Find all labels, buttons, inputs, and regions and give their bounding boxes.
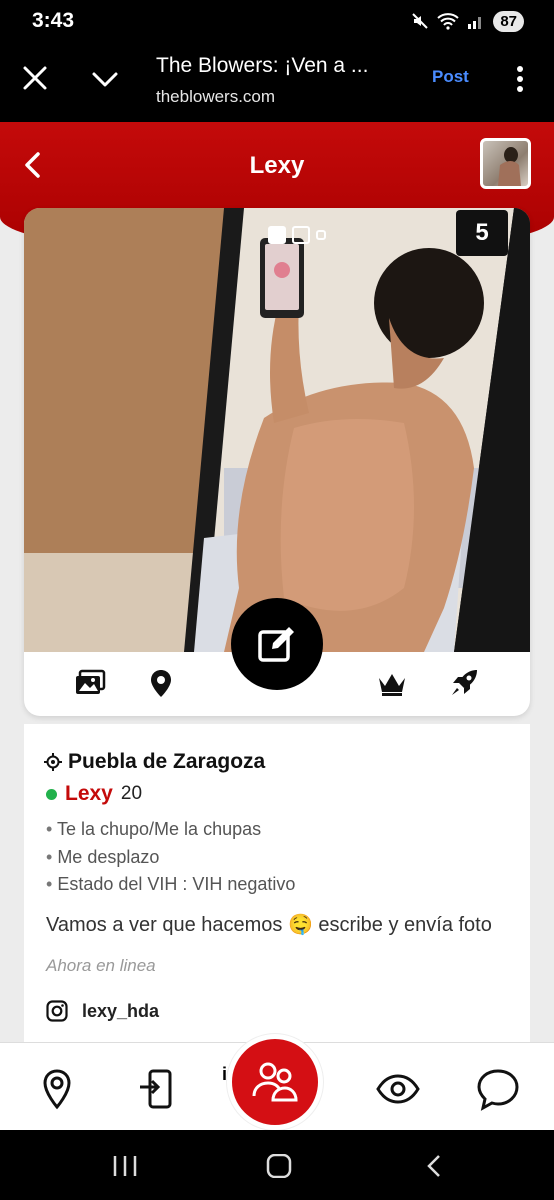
location-row: Puebla de Zaragoza: [44, 750, 265, 774]
profile-card: 5: [24, 208, 530, 716]
location-text: Puebla de Zaragoza: [68, 750, 266, 773]
nav-views-icon[interactable]: [376, 1067, 420, 1111]
name-row: Lexy 20: [46, 782, 142, 806]
chevron-down-icon[interactable]: [90, 65, 120, 95]
signal-icon: [468, 17, 482, 29]
profile-info: Puebla de Zaragoza Lexy 20 Te la chupo/M…: [24, 724, 530, 1044]
people-icon: [252, 1062, 298, 1102]
instagram-handle: lexy_hda: [82, 1000, 160, 1021]
battery-level: 87: [493, 10, 524, 32]
wifi-icon: [437, 13, 459, 30]
last-seen: Ahora en linea: [46, 956, 156, 975]
home-icon[interactable]: [266, 1154, 292, 1178]
edit-icon: [258, 627, 294, 662]
profile-title: Lexy: [249, 152, 305, 179]
photo-dot-active[interactable]: [268, 226, 286, 244]
online-status-dot: [46, 788, 57, 800]
profile-thumbnail[interactable]: [480, 138, 531, 189]
detail-item: Me desplazo: [46, 844, 295, 872]
browser-url[interactable]: theblowers.com: [156, 87, 275, 107]
edit-message-button[interactable]: [231, 598, 323, 690]
recent-apps-icon[interactable]: [112, 1154, 138, 1178]
instagram-icon: [46, 1000, 68, 1022]
status-icons: 87: [411, 9, 524, 33]
system-back-icon[interactable]: [422, 1154, 448, 1178]
detail-item: Estado del VIH : VIH negativo: [46, 871, 295, 899]
rocket-icon[interactable]: [449, 668, 481, 698]
detail-item: Te la chupo/Me la chupas: [46, 816, 295, 844]
crown-icon[interactable]: [376, 668, 408, 698]
browser-bar: The Blowers: ¡Ven a ... theblowers.com P…: [0, 40, 554, 122]
post-button[interactable]: Post: [432, 67, 469, 87]
nav-nearby-icon[interactable]: [35, 1067, 79, 1111]
profile-details: Te la chupo/Me la chupas Me desplazo Est…: [46, 816, 295, 899]
status-time: 3:43: [32, 9, 75, 32]
profile-age: 20: [120, 783, 143, 804]
gallery-icon[interactable]: [74, 668, 106, 698]
nav-device-icon[interactable]: [136, 1067, 180, 1111]
about-text: Vamos a ver que hacemos 🤤 escribe y enví…: [46, 914, 492, 936]
mute-icon: [412, 13, 429, 29]
photo-pagination: [268, 226, 326, 244]
location-pin-icon[interactable]: [145, 668, 177, 698]
nav-people-button[interactable]: [227, 1034, 323, 1130]
instagram-link[interactable]: lexy_hda: [46, 1000, 159, 1022]
profile-name: Lexy: [65, 782, 113, 805]
nav-chat-icon[interactable]: [476, 1067, 520, 1111]
profile-photo[interactable]: 5: [24, 208, 530, 652]
photo-dot[interactable]: [292, 226, 310, 244]
photo-dot[interactable]: [316, 230, 326, 240]
status-bar: 3:43 87: [0, 0, 554, 40]
crosshair-icon: [44, 753, 62, 771]
close-icon[interactable]: [20, 63, 50, 93]
system-nav-bar: [0, 1130, 554, 1200]
photo-count-badge: 5: [456, 210, 508, 256]
more-icon[interactable]: [508, 64, 532, 94]
browser-page-title: The Blowers: ¡Ven a ...: [156, 54, 369, 77]
